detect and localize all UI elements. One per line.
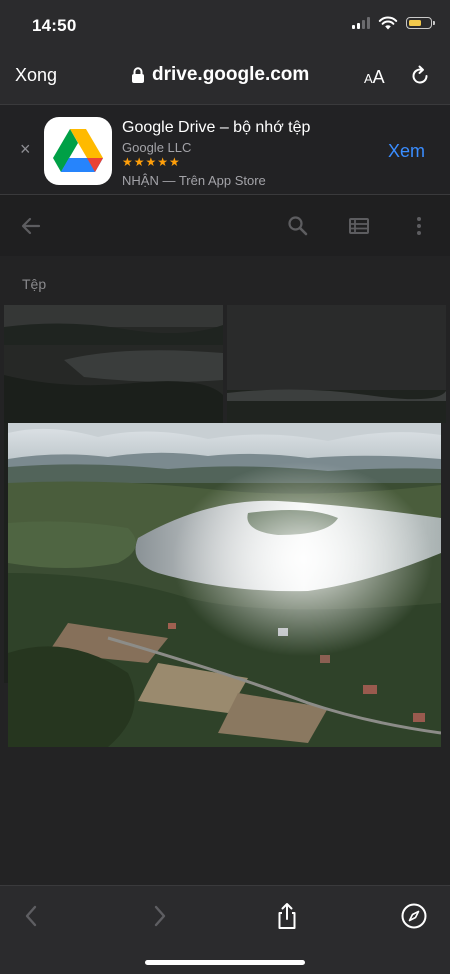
done-button[interactable]: Xong (15, 65, 57, 86)
file-thumbnail-1[interactable] (4, 305, 223, 423)
text-size-button[interactable]: AA (364, 67, 385, 88)
view-button[interactable]: Xem (388, 141, 425, 162)
drive-toolbar (0, 196, 450, 256)
safari-address-bar: Xong drive.google.com AA (0, 52, 450, 104)
text-size-small-a: A (364, 71, 373, 86)
wifi-icon (378, 16, 398, 30)
app-store-line: NHẬN — Trên App Store (122, 173, 266, 188)
home-indicator[interactable] (145, 960, 305, 965)
list-view-icon[interactable] (347, 214, 371, 238)
rating-stars: ★★★★★ (122, 155, 181, 169)
aerial-landscape-photo (8, 423, 441, 747)
back-arrow-icon[interactable] (19, 214, 43, 238)
url-text: drive.google.com (152, 64, 310, 85)
status-time: 14:50 (32, 16, 77, 35)
more-vert-icon[interactable] (407, 214, 431, 238)
banner-close-button[interactable]: × (20, 139, 31, 160)
forward-chevron-icon[interactable] (145, 902, 173, 930)
share-icon[interactable] (273, 902, 301, 930)
smart-app-banner: × Google Drive – bộ nhớ tệp Google LLC ★… (0, 104, 450, 195)
back-chevron-icon[interactable] (18, 902, 46, 930)
thumbnail-image (4, 305, 223, 423)
photo-preview[interactable] (8, 423, 441, 747)
cellular-signal-icon (352, 17, 370, 29)
status-bar: 14:50 (0, 0, 450, 52)
app-name: Google Drive – bộ nhớ tệp (122, 119, 311, 136)
text-size-large-a: A (372, 67, 385, 87)
google-drive-app-icon[interactable] (44, 117, 112, 185)
search-icon[interactable] (286, 214, 310, 238)
section-label-files: Tệp (22, 276, 47, 292)
app-developer: Google LLC (122, 140, 192, 155)
lock-icon (132, 67, 144, 83)
reload-icon[interactable] (408, 64, 432, 88)
compass-icon[interactable] (400, 902, 428, 930)
battery-icon (406, 17, 435, 29)
url-field[interactable]: drive.google.com (131, 64, 309, 86)
file-thumbnail-2[interactable] (227, 305, 446, 423)
google-drive-logo-icon (53, 129, 103, 172)
status-icons (352, 16, 435, 30)
thumbnail-image (227, 305, 446, 423)
